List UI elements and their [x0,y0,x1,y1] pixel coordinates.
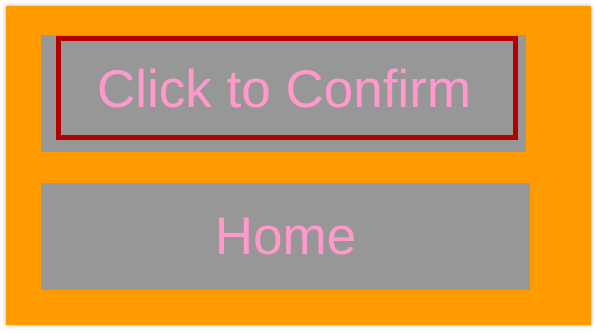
home-button[interactable]: Home [41,183,530,290]
confirm-button[interactable]: Click to Confirm [41,35,526,152]
dialog-frame: Click to Confirm Home [6,6,591,325]
button-panel: Click to Confirm Home [6,6,591,325]
confirm-button-label: Click to Confirm [96,59,471,119]
home-button-label: Home [214,207,357,266]
